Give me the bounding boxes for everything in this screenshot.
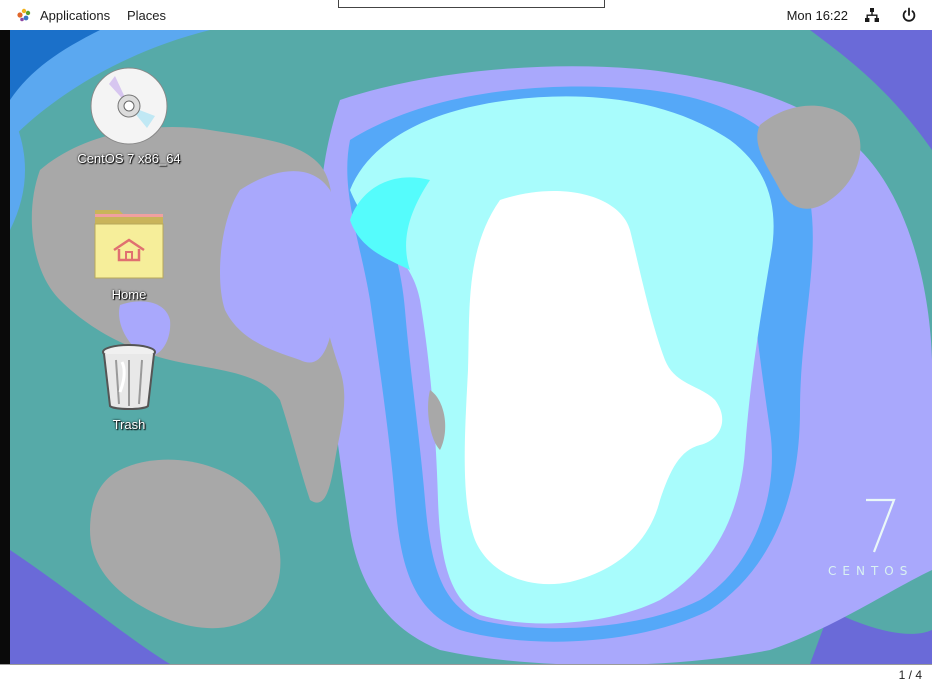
network-wired-icon[interactable] xyxy=(865,8,879,22)
centos-brand-text: CENTOS xyxy=(828,564,914,578)
gnome-foot-icon xyxy=(17,8,31,22)
search-field[interactable] xyxy=(338,0,605,8)
places-menu[interactable]: Places xyxy=(127,0,166,30)
desktop-icon-cdrom[interactable]: CentOS 7 x86_64 xyxy=(74,66,184,166)
trash-icon xyxy=(102,344,156,410)
desktop-icon-label: Trash xyxy=(112,417,146,432)
workspace-indicator[interactable]: 1 / 4 xyxy=(899,668,922,682)
bottom-bar: 1 / 4 xyxy=(0,664,932,683)
applications-label: Applications xyxy=(40,7,111,23)
centos-brand: CENTOS xyxy=(828,496,928,586)
desktop-icon-label: Home xyxy=(111,287,147,302)
desktop-icon-label: CentOS 7 x86_64 xyxy=(77,151,181,166)
applications-menu[interactable]: Applications xyxy=(16,0,110,30)
clock[interactable]: Mon 16:22 xyxy=(787,0,848,30)
desktop-left-edge xyxy=(0,30,10,664)
cdrom-icon xyxy=(90,67,168,145)
top-bar: Applications Places Mon 16:22 xyxy=(0,0,932,30)
centos-seven-glyph xyxy=(866,498,896,553)
desktop-icon-home[interactable]: Home xyxy=(74,202,184,302)
desktop-icon-trash[interactable]: Trash xyxy=(74,342,184,432)
power-icon[interactable] xyxy=(901,7,917,23)
home-folder-icon xyxy=(94,210,164,279)
desktop[interactable]: CentOS 7 x86_64 Home Trash CENTOS xyxy=(10,30,932,664)
